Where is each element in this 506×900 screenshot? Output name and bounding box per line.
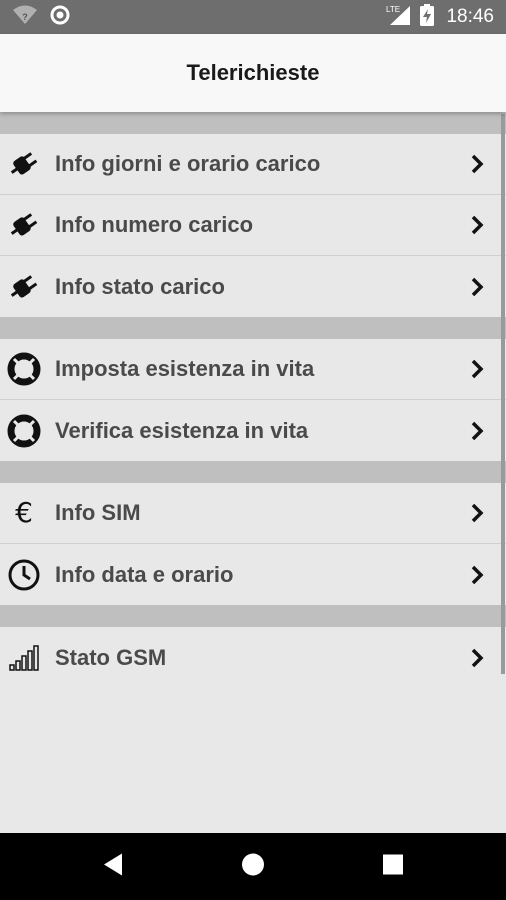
chevron-right-icon xyxy=(470,154,484,174)
list-item-label: Info numero carico xyxy=(55,212,254,237)
status-time: 18:46 xyxy=(446,6,494,27)
list-item-info-data-orario[interactable]: Info data e orario xyxy=(0,544,506,605)
chevron-right-icon xyxy=(470,503,484,523)
signal-icon: LTE xyxy=(386,4,412,31)
plug-icon xyxy=(7,208,41,242)
network-type: LTE xyxy=(386,5,400,14)
list-item-info-stato-carico[interactable]: Info stato carico xyxy=(0,256,506,317)
lifebuoy-icon xyxy=(7,352,41,386)
page-title: Telerichieste xyxy=(186,60,320,85)
wifi-unknown-icon: ? xyxy=(12,4,38,31)
list-item-verifica-esistenza-in-vita[interactable]: Verifica esistenza in vita xyxy=(0,400,506,461)
section-separator xyxy=(0,317,506,339)
list-item-stato-gsm[interactable]: Stato GSM xyxy=(0,627,506,688)
list-item-label: Verifica esistenza in vita xyxy=(55,417,309,443)
list-item-label: Stato GSM xyxy=(55,644,167,670)
clock-icon xyxy=(7,558,41,592)
scrollbar[interactable] xyxy=(501,114,505,674)
lifebuoy-icon xyxy=(7,414,41,448)
app-bar: Telerichieste xyxy=(0,34,506,112)
section-separator xyxy=(0,112,506,134)
section-separator xyxy=(0,461,506,483)
svg-text:?: ? xyxy=(22,12,28,22)
status-bar: ? LTE 18:46 xyxy=(0,0,506,34)
sync-circle-icon xyxy=(50,5,70,30)
list-item-label: Info SIM xyxy=(55,500,141,525)
request-list: Info giorni e orario carico Info numero … xyxy=(0,112,506,688)
signal-bars-icon xyxy=(7,641,41,675)
list-item-info-giorni-orario-carico[interactable]: Info giorni e orario carico xyxy=(0,134,506,195)
chevron-right-icon xyxy=(470,648,484,668)
recents-icon[interactable] xyxy=(382,853,404,880)
back-icon[interactable] xyxy=(102,852,124,881)
list-item-info-numero-carico[interactable]: Info numero carico xyxy=(0,195,506,256)
chevron-right-icon xyxy=(470,565,484,585)
chevron-right-icon xyxy=(470,359,484,379)
chevron-right-icon xyxy=(470,215,484,235)
navigation-bar xyxy=(0,833,506,900)
chevron-right-icon xyxy=(470,277,484,297)
list-item-label: Info stato carico xyxy=(55,273,225,299)
list-item-label: Info giorni e orario carico xyxy=(55,151,321,176)
home-icon[interactable] xyxy=(241,852,265,881)
list-item-imposta-esistenza-in-vita[interactable]: Imposta esistenza in vita xyxy=(0,339,506,400)
list-item-info-sim[interactable]: € Info SIM xyxy=(0,483,506,544)
plug-icon xyxy=(7,147,41,181)
battery-charging-icon xyxy=(420,3,435,31)
plug-icon xyxy=(7,270,41,304)
section-separator xyxy=(0,605,506,627)
chevron-right-icon xyxy=(470,421,484,441)
euro-icon: € xyxy=(15,496,33,529)
list-item-label: Imposta esistenza in vita xyxy=(55,356,315,381)
list-item-label: Info data e orario xyxy=(55,561,234,587)
